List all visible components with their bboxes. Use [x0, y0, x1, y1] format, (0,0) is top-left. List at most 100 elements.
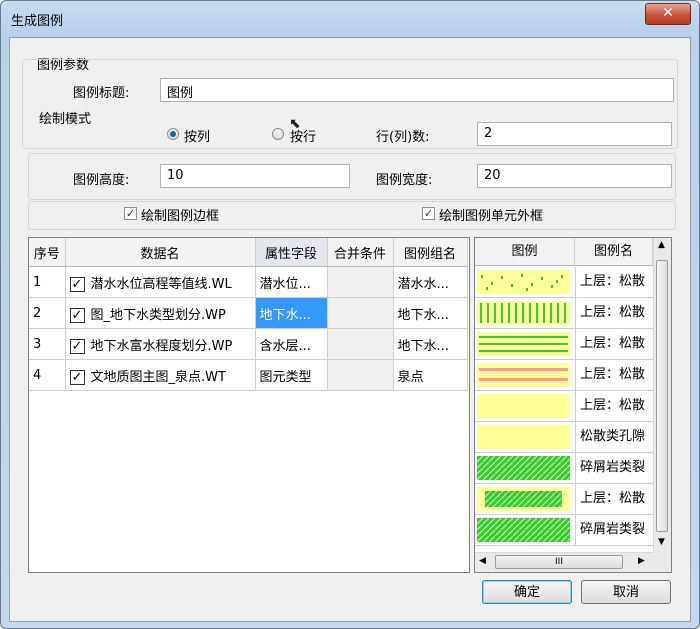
height-input[interactable]: 10 — [160, 164, 350, 188]
row-checkbox[interactable]: ✓ — [69, 338, 85, 354]
legend-name: 上层：松散 — [575, 391, 653, 421]
data-table[interactable]: 序号 数据名 属性字段 合并条件 图例组名 1 ✓ 潜水水位高程等值线.WL 潜水… — [28, 237, 470, 573]
legend-swatch — [477, 270, 570, 294]
row-name: 文地质图主图_泉点.WT — [90, 369, 226, 385]
legend-swatch — [477, 425, 570, 449]
mode-group-label: 绘制模式 — [37, 108, 94, 127]
row-name: 潜水水位高程等值线.WL — [90, 276, 232, 292]
legend-row[interactable]: 上层：松散 — [475, 484, 653, 515]
col-header-legend-name[interactable]: 图例名 — [575, 238, 653, 266]
legend-name: 碎屑岩类裂 — [575, 453, 653, 483]
table-row[interactable]: 4 ✓ 文地质图主图_泉点.WT 图元类型 泉点 — [29, 359, 468, 391]
scroll-corner — [653, 552, 671, 572]
row-group[interactable]: 地下水... — [393, 297, 468, 329]
legend-row[interactable]: 上层：松散 — [475, 267, 653, 298]
row-index: 2 — [29, 297, 66, 329]
row-name-cell[interactable]: ✓ 潜水水位高程等值线.WL — [65, 266, 256, 298]
rowcol-input[interactable]: 2 — [477, 122, 672, 146]
col-header-field[interactable]: 属性字段 — [255, 238, 328, 267]
draw-border-label[interactable]: 绘制图例边框 — [141, 205, 219, 224]
row-index: 3 — [29, 328, 66, 360]
legend-row[interactable]: 碎屑岩类裂 — [475, 453, 653, 484]
legend-row[interactable]: 上层：松散 — [475, 360, 653, 391]
table-row[interactable]: 2 ✓ 图_地下水类型划分.WP 地下水... 地下水... — [29, 297, 468, 329]
legend-swatch — [477, 456, 570, 480]
cancel-button[interactable]: 取消 — [581, 580, 671, 604]
row-index: 4 — [29, 359, 66, 391]
row-merge[interactable] — [327, 359, 394, 391]
legend-name: 上层：松散 — [575, 484, 653, 514]
legend-name: 松散类孔隙 — [575, 422, 653, 452]
row-group[interactable]: 潜水水... — [393, 266, 468, 298]
scroll-left-icon[interactable]: ◀ — [479, 556, 486, 566]
row-name-cell[interactable]: ✓ 地下水富水程度划分.WP — [65, 328, 256, 360]
legend-row[interactable]: 上层：松散 — [475, 391, 653, 422]
legend-swatch — [477, 363, 570, 387]
row-field[interactable]: 图元类型 — [255, 359, 328, 391]
legend-row[interactable]: 上层：松散 — [475, 298, 653, 329]
row-field[interactable]: 潜水位... — [255, 266, 328, 298]
legend-row[interactable]: 碎屑岩类裂 — [475, 515, 653, 546]
scroll-down-icon[interactable]: ▼ — [658, 537, 665, 547]
legend-swatch — [477, 301, 570, 325]
col-header-group[interactable]: 图例组名 — [393, 238, 468, 267]
horizontal-scrollbar[interactable]: ◀ III ▶ — [475, 552, 653, 572]
ok-button[interactable]: 确定 — [482, 580, 572, 604]
vertical-scroll-thumb[interactable] — [656, 260, 668, 532]
row-merge[interactable] — [327, 266, 394, 298]
radio-by-row[interactable] — [272, 128, 284, 140]
radio-by-column[interactable] — [167, 128, 179, 140]
legend-swatch — [477, 487, 570, 511]
table-row[interactable]: 1 ✓ 潜水水位高程等值线.WL 潜水位... 潜水水... — [29, 266, 468, 298]
draw-cell-border-checkbox[interactable]: ✓ — [422, 207, 435, 220]
width-input[interactable]: 20 — [477, 164, 672, 188]
vertical-scrollbar[interactable]: ▲ ▼ — [653, 238, 671, 552]
col-header-legend[interactable]: 图例 — [475, 238, 575, 266]
col-header-merge[interactable]: 合并条件 — [327, 238, 394, 267]
window-title: 生成图例 — [11, 14, 64, 29]
legend-preview-table[interactable]: 图例 图例名 上层：松散 上层：松散 上层：松散 上层：松散 上层：松散 松散类… — [474, 237, 672, 573]
legend-swatch — [477, 332, 570, 356]
row-merge[interactable] — [327, 328, 394, 360]
row-field-selected[interactable]: 地下水... — [255, 297, 328, 329]
row-field[interactable]: 含水层... — [255, 328, 328, 360]
row-name: 地下水富水程度划分.WP — [90, 338, 233, 354]
legend-name: 上层：松散 — [575, 360, 653, 390]
row-name: 图_地下水类型划分.WP — [90, 307, 226, 323]
row-name-cell[interactable]: ✓ 图_地下水类型划分.WP — [65, 297, 256, 329]
row-checkbox[interactable]: ✓ — [69, 369, 85, 385]
width-label: 图例宽度: — [376, 173, 433, 188]
row-checkbox[interactable]: ✓ — [69, 276, 85, 292]
scroll-up-icon[interactable]: ▲ — [658, 240, 665, 250]
legend-name: 上层：松散 — [575, 267, 653, 297]
col-header-name[interactable]: 数据名 — [65, 238, 256, 267]
legend-row[interactable]: 上层：松散 — [475, 329, 653, 360]
legend-name: 碎屑岩类裂 — [575, 515, 653, 545]
legend-swatch — [477, 394, 570, 418]
mouse-cursor-icon: ⬉ — [289, 116, 301, 132]
height-label: 图例高度: — [73, 173, 130, 188]
title-input[interactable]: 图例 — [160, 78, 674, 102]
radio-by-column-label[interactable]: 按列 — [184, 126, 210, 145]
row-index: 1 — [29, 266, 66, 298]
title-label: 图例标题: — [73, 86, 130, 101]
rowcol-label: 行(列)数: — [376, 130, 430, 145]
legend-name: 上层：松散 — [575, 329, 653, 359]
title-bar[interactable]: 生成图例 ✕ — [1, 1, 699, 37]
row-merge[interactable] — [327, 297, 394, 329]
col-header-index[interactable]: 序号 — [29, 238, 66, 267]
draw-cell-border-label[interactable]: 绘制图例单元外框 — [439, 205, 543, 224]
draw-border-checkbox[interactable]: ✓ — [124, 207, 137, 220]
horizontal-scroll-thumb[interactable]: III — [495, 555, 623, 569]
close-button[interactable]: ✕ — [645, 3, 691, 25]
legend-row[interactable]: 松散类孔隙 — [475, 422, 653, 453]
row-group[interactable]: 泉点 — [393, 359, 468, 391]
table-row[interactable]: 3 ✓ 地下水富水程度划分.WP 含水层... 地下水... — [29, 328, 468, 360]
legend-name: 上层：松散 — [575, 298, 653, 328]
row-name-cell[interactable]: ✓ 文地质图主图_泉点.WT — [65, 359, 256, 391]
legend-swatch — [477, 518, 570, 542]
scroll-right-icon[interactable]: ▶ — [638, 556, 645, 566]
row-group[interactable]: 地下水... — [393, 328, 468, 360]
data-table-header: 序号 数据名 属性字段 合并条件 图例组名 — [29, 238, 468, 267]
row-checkbox[interactable]: ✓ — [69, 307, 85, 323]
